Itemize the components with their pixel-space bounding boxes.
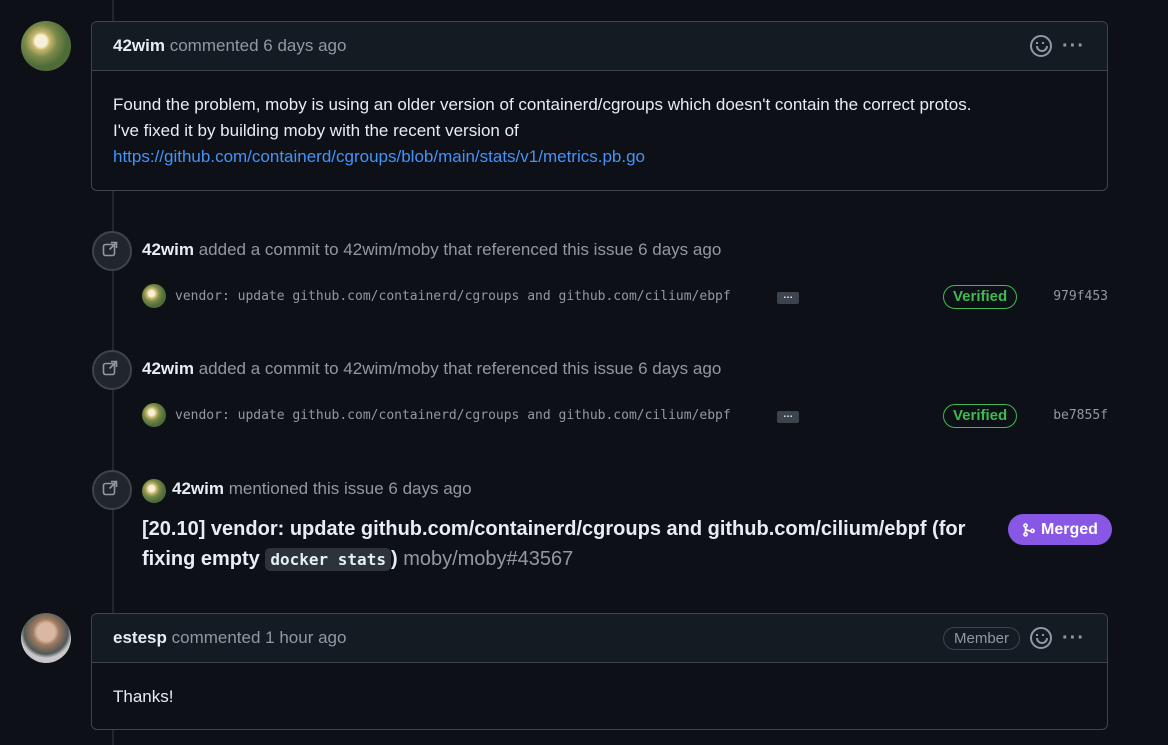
pr-title-close[interactable]: ) <box>391 548 398 570</box>
cross-reference-icon <box>92 350 132 390</box>
cross-reference-icon <box>92 231 132 271</box>
ellipsis-icon[interactable]: … <box>777 291 799 304</box>
pr-title[interactable]: [20.10] vendor: update github.com/contai… <box>142 514 972 575</box>
event-description: added a commit to 42wim/moby that refere… <box>198 240 722 259</box>
comment-text: Thanks! <box>113 687 174 706</box>
comment-time[interactable]: 6 days ago <box>263 36 346 56</box>
verified-badge[interactable]: Verified <box>943 285 1018 309</box>
commit-message[interactable]: vendor: update github.com/containerd/cgr… <box>175 289 731 304</box>
mention-description: mentioned this issue 6 days ago <box>228 479 472 498</box>
commit-sha[interactable]: 979f453 <box>1053 289 1108 304</box>
avatar-42wim[interactable] <box>21 21 71 71</box>
kebab-horizontal-icon[interactable]: ··· <box>1062 628 1085 648</box>
commit-author-avatar[interactable] <box>142 284 166 308</box>
merged-label: Merged <box>1041 521 1098 538</box>
event-author[interactable]: 42wim <box>142 359 194 378</box>
commit-message[interactable]: vendor: update github.com/containerd/cgr… <box>175 408 731 423</box>
member-badge: Member <box>943 626 1021 650</box>
smiley-icon[interactable] <box>1030 627 1053 649</box>
comment-header: 42wim commented 6 days ago ··· <box>92 22 1107 71</box>
comment-author[interactable]: estesp <box>113 628 167 648</box>
metrics-pb-link[interactable]: https://github.com/containerd/cgroups/bl… <box>113 147 645 166</box>
comment-author[interactable]: 42wim <box>113 36 165 56</box>
comment-action: commented <box>169 36 259 55</box>
mention-text: 42wim mentioned this issue 6 days ago <box>172 479 472 499</box>
comment-text-line2: I've fixed it by building moby with the … <box>113 121 519 140</box>
verified-badge[interactable]: Verified <box>943 404 1018 428</box>
commit-sha[interactable]: be7855f <box>1053 408 1108 423</box>
comment-time[interactable]: 1 hour ago <box>265 628 346 648</box>
commit-row: vendor: update github.com/containerd/cgr… <box>142 403 1108 429</box>
comment-action: commented <box>171 628 261 647</box>
git-merge-icon <box>1023 522 1035 537</box>
comment-42wim: 42wim commented 6 days ago ··· Found the… <box>91 21 1108 191</box>
comment-body: Thanks! <box>92 663 1107 731</box>
avatar-estesp[interactable] <box>21 613 71 663</box>
comment-estesp: estesp commented 1 hour ago Member ··· T… <box>91 613 1108 730</box>
cross-reference-icon <box>92 470 132 510</box>
event-author[interactable]: 42wim <box>142 240 194 259</box>
comment-text-line1: Found the problem, moby is using an olde… <box>113 95 972 114</box>
event-description: added a commit to 42wim/moby that refere… <box>198 359 722 378</box>
comment-body: Found the problem, moby is using an olde… <box>92 71 1107 191</box>
event-text: 42wim added a commit to 42wim/moby that … <box>142 359 721 379</box>
commit-author-avatar[interactable] <box>142 403 166 427</box>
kebab-horizontal-icon[interactable]: ··· <box>1062 36 1085 56</box>
pr-reference[interactable]: moby/moby#43567 <box>403 548 573 570</box>
pr-title-code[interactable]: docker stats <box>265 548 391 571</box>
comment-header: estesp commented 1 hour ago Member ··· <box>92 614 1107 663</box>
ellipsis-icon[interactable]: … <box>777 410 799 423</box>
commit-row: vendor: update github.com/containerd/cgr… <box>142 284 1108 310</box>
mention-author[interactable]: 42wim <box>172 479 224 498</box>
event-text: 42wim added a commit to 42wim/moby that … <box>142 240 721 260</box>
merged-badge: Merged <box>1008 514 1112 545</box>
mention-author-avatar[interactable] <box>142 479 166 503</box>
smiley-icon[interactable] <box>1030 35 1053 57</box>
